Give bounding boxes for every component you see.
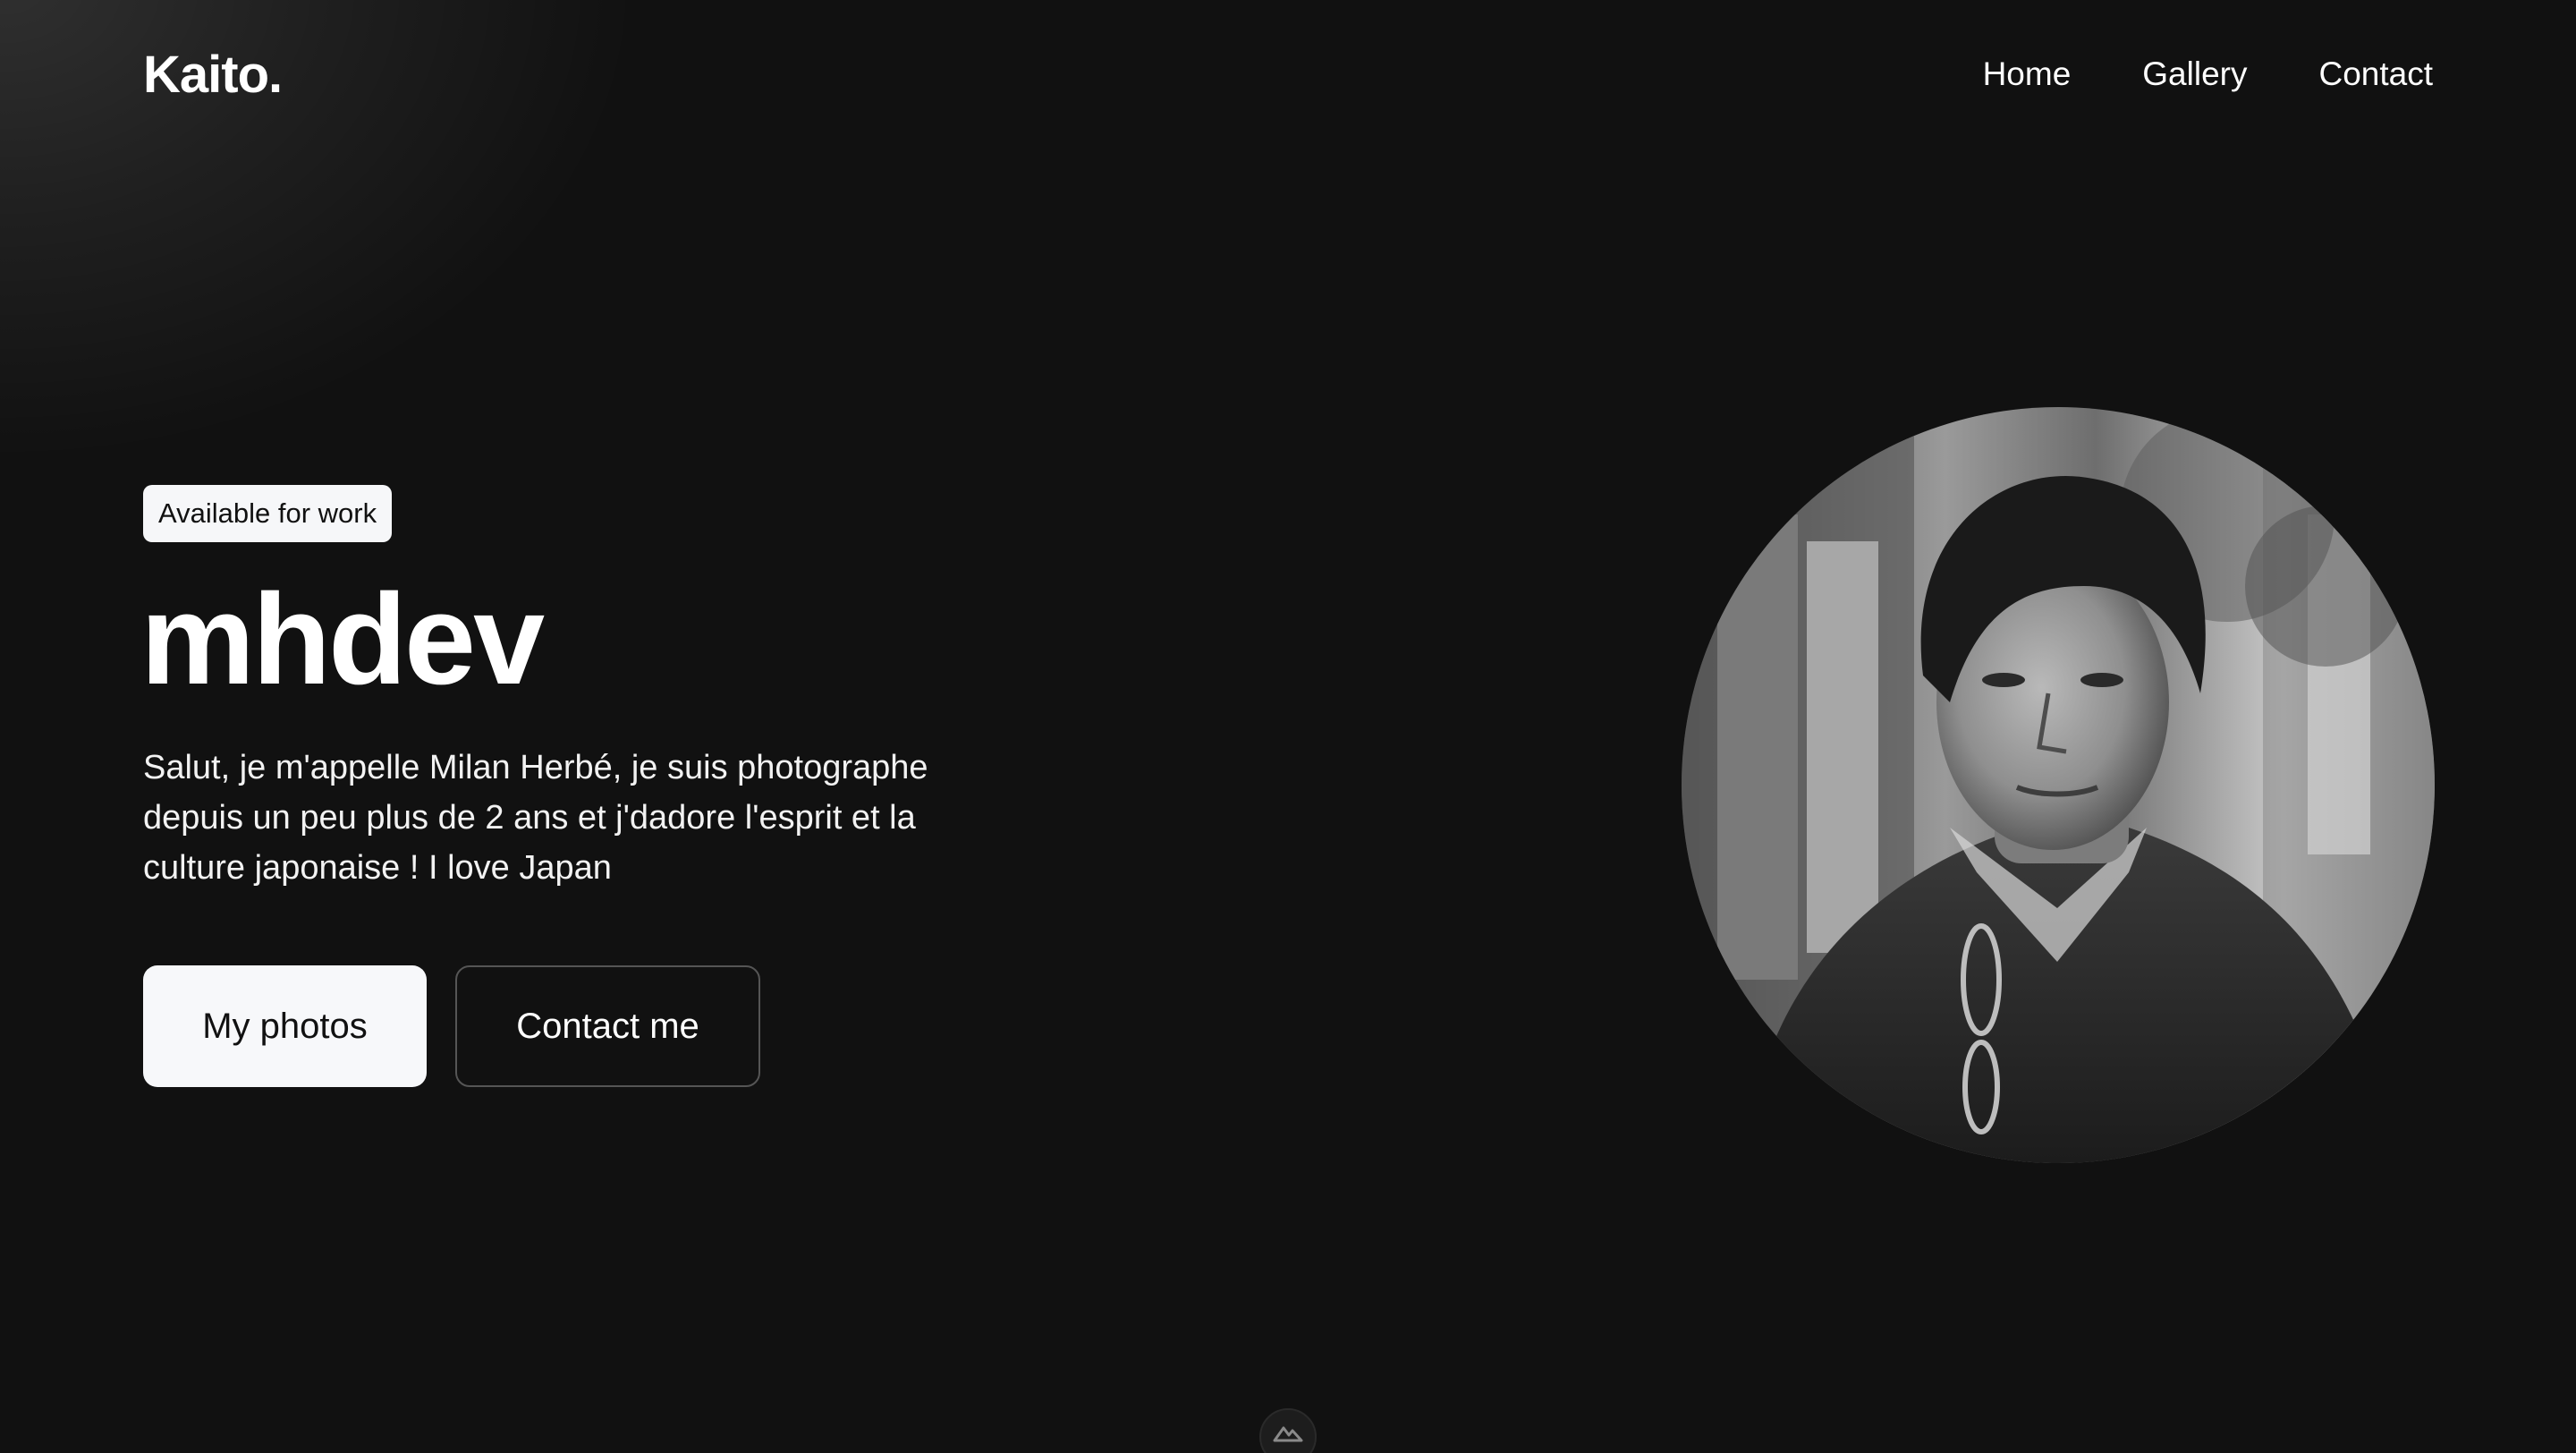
- hero-title: mhdev: [140, 567, 545, 711]
- corner-glow: [0, 0, 644, 465]
- portrait-photo: [1682, 407, 2435, 1163]
- mountain-icon: [1273, 1426, 1303, 1442]
- scroll-marker[interactable]: [1259, 1408, 1317, 1453]
- nav-gallery[interactable]: Gallery: [2142, 55, 2247, 93]
- contact-me-button[interactable]: Contact me: [455, 965, 760, 1087]
- main-nav: Home Gallery Contact: [1983, 55, 2433, 93]
- hero-description: Salut, je m'appelle Milan Herbé, je suis…: [143, 749, 928, 887]
- my-photos-button[interactable]: My photos: [143, 965, 427, 1087]
- hero-page: Kaito. Home Gallery Contact Available fo…: [0, 0, 2576, 1453]
- nav-contact[interactable]: Contact: [2318, 55, 2433, 93]
- portrait-illustration: [1682, 407, 2435, 1163]
- site-logo[interactable]: Kaito.: [143, 45, 283, 105]
- nav-home[interactable]: Home: [1983, 55, 2072, 93]
- availability-badge: Available for work: [143, 485, 393, 542]
